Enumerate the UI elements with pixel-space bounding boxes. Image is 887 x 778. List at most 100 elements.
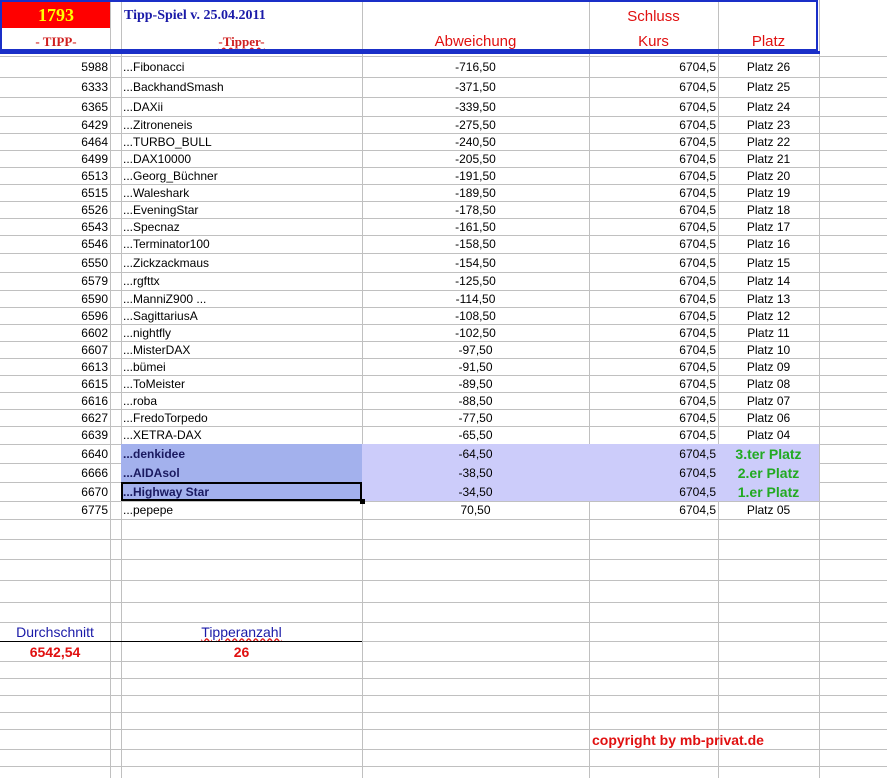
kurs-cell[interactable]: 6704,5: [589, 290, 718, 307]
abweichung-cell[interactable]: -189,50: [362, 184, 589, 201]
abweichung-cell[interactable]: -716,50: [362, 56, 589, 77]
abweichung-cell[interactable]: -191,50: [362, 167, 589, 184]
platz-cell[interactable]: 2.er Platz: [718, 463, 819, 482]
platz-cell[interactable]: Platz 21: [718, 150, 819, 167]
tipper-cell[interactable]: ...Specnaz: [121, 218, 364, 235]
kurs-cell[interactable]: 6704,5: [589, 444, 718, 463]
tipper-cell[interactable]: ...SagittariusA: [121, 307, 364, 324]
tipp-cell[interactable]: 6543: [0, 218, 110, 235]
tipp-cell[interactable]: 6627: [0, 409, 110, 426]
tipp-cell[interactable]: 6546: [0, 235, 110, 253]
abweichung-cell[interactable]: -77,50: [362, 409, 589, 426]
kurs-cell[interactable]: 6704,5: [589, 235, 718, 253]
kurs-cell[interactable]: 6704,5: [589, 392, 718, 409]
abweichung-cell[interactable]: -114,50: [362, 290, 589, 307]
tipp-cell[interactable]: 6333: [0, 77, 110, 97]
abweichung-cell[interactable]: -65,50: [362, 426, 589, 444]
tipper-cell[interactable]: ...roba: [121, 392, 364, 409]
tipper-cell[interactable]: ...ManniZ900 ...: [121, 290, 364, 307]
platz-cell[interactable]: Platz 19: [718, 184, 819, 201]
tipp-cell[interactable]: 6526: [0, 201, 110, 218]
tipp-cell[interactable]: 5988: [0, 56, 110, 77]
abweichung-cell[interactable]: -34,50: [362, 482, 589, 501]
abweichung-cell[interactable]: -371,50: [362, 77, 589, 97]
platz-cell[interactable]: Platz 12: [718, 307, 819, 324]
abweichung-cell[interactable]: -64,50: [362, 444, 589, 463]
platz-cell[interactable]: Platz 17: [718, 218, 819, 235]
kurs-cell[interactable]: 6704,5: [589, 482, 718, 501]
tipper-cell[interactable]: ...EveningStar: [121, 201, 364, 218]
tipper-count-label[interactable]: Tipperanzahl: [121, 622, 362, 641]
platz-cell[interactable]: 1.er Platz: [718, 482, 819, 501]
platz-cell[interactable]: Platz 05: [718, 501, 819, 519]
kurs-cell[interactable]: 6704,5: [589, 77, 718, 97]
tipper-cell[interactable]: ...Zickzackmaus: [121, 253, 364, 272]
tipper-cell[interactable]: ...nightfly: [121, 324, 364, 341]
tipp-cell[interactable]: 6499: [0, 150, 110, 167]
kurs-cell[interactable]: 6704,5: [589, 463, 718, 482]
tipp-cell[interactable]: 6365: [0, 97, 110, 116]
tipp-cell[interactable]: 6579: [0, 272, 110, 290]
tipper-cell[interactable]: ...DAXii: [121, 97, 364, 116]
kurs-cell[interactable]: 6704,5: [589, 501, 718, 519]
tipp-cell[interactable]: 6596: [0, 307, 110, 324]
platz-cell[interactable]: Platz 09: [718, 358, 819, 375]
kurs-cell[interactable]: 6704,5: [589, 56, 718, 77]
platz-cell[interactable]: Platz 18: [718, 201, 819, 218]
tipper-cell[interactable]: ...pepepe: [121, 501, 364, 519]
abweichung-cell[interactable]: -205,50: [362, 150, 589, 167]
tipper-cell[interactable]: ...FredoTorpedo: [121, 409, 364, 426]
platz-cell[interactable]: Platz 24: [718, 97, 819, 116]
platz-cell[interactable]: Platz 22: [718, 133, 819, 150]
platz-cell[interactable]: Platz 11: [718, 324, 819, 341]
tipp-cell[interactable]: 6670: [0, 482, 110, 501]
tipp-cell[interactable]: 6550: [0, 253, 110, 272]
platz-cell[interactable]: Platz 25: [718, 77, 819, 97]
platz-cell[interactable]: Platz 16: [718, 235, 819, 253]
tipp-cell[interactable]: 6615: [0, 375, 110, 392]
kurs-cell[interactable]: 6704,5: [589, 307, 718, 324]
tipp-cell[interactable]: 6464: [0, 133, 110, 150]
platz-cell[interactable]: Platz 14: [718, 272, 819, 290]
abweichung-cell[interactable]: -339,50: [362, 97, 589, 116]
tipp-cell[interactable]: 6639: [0, 426, 110, 444]
abweichung-cell[interactable]: -38,50: [362, 463, 589, 482]
kurs-cell[interactable]: 6704,5: [589, 150, 718, 167]
tipp-cell[interactable]: 6429: [0, 116, 110, 133]
tipper-cell[interactable]: ...Waleshark: [121, 184, 364, 201]
tipper-cell[interactable]: ...denkidee: [121, 444, 364, 463]
platz-cell[interactable]: Platz 26: [718, 56, 819, 77]
platz-cell[interactable]: 3.ter Platz: [718, 444, 819, 463]
abweichung-cell[interactable]: -108,50: [362, 307, 589, 324]
abweichung-cell[interactable]: -161,50: [362, 218, 589, 235]
tipper-cell[interactable]: ...ToMeister: [121, 375, 364, 392]
tipper-count-value[interactable]: 26: [121, 642, 362, 661]
abweichung-cell[interactable]: -97,50: [362, 341, 589, 358]
abweichung-cell[interactable]: -154,50: [362, 253, 589, 272]
kurs-cell[interactable]: 6704,5: [589, 218, 718, 235]
kurs-cell[interactable]: 6704,5: [589, 409, 718, 426]
tipp-cell[interactable]: 6515: [0, 184, 110, 201]
platz-cell[interactable]: Platz 13: [718, 290, 819, 307]
kurs-cell[interactable]: 6704,5: [589, 358, 718, 375]
platz-cell[interactable]: Platz 04: [718, 426, 819, 444]
kurs-cell[interactable]: 6704,5: [589, 184, 718, 201]
tipper-cell[interactable]: ...Terminator100: [121, 235, 364, 253]
tipp-cell[interactable]: 6607: [0, 341, 110, 358]
kurs-cell[interactable]: 6704,5: [589, 167, 718, 184]
kurs-cell[interactable]: 6704,5: [589, 97, 718, 116]
abweichung-cell[interactable]: -178,50: [362, 201, 589, 218]
platz-cell[interactable]: Platz 20: [718, 167, 819, 184]
abweichung-cell[interactable]: -275,50: [362, 116, 589, 133]
abweichung-cell[interactable]: -158,50: [362, 235, 589, 253]
tipper-cell[interactable]: ...Zitroneneis: [121, 116, 364, 133]
tipp-cell[interactable]: 6602: [0, 324, 110, 341]
kurs-cell[interactable]: 6704,5: [589, 116, 718, 133]
kurs-cell[interactable]: 6704,5: [589, 375, 718, 392]
tipp-cell[interactable]: 6513: [0, 167, 110, 184]
platz-cell[interactable]: Platz 08: [718, 375, 819, 392]
platz-cell[interactable]: Platz 07: [718, 392, 819, 409]
kurs-cell[interactable]: 6704,5: [589, 341, 718, 358]
abweichung-cell[interactable]: -88,50: [362, 392, 589, 409]
abweichung-cell[interactable]: -89,50: [362, 375, 589, 392]
